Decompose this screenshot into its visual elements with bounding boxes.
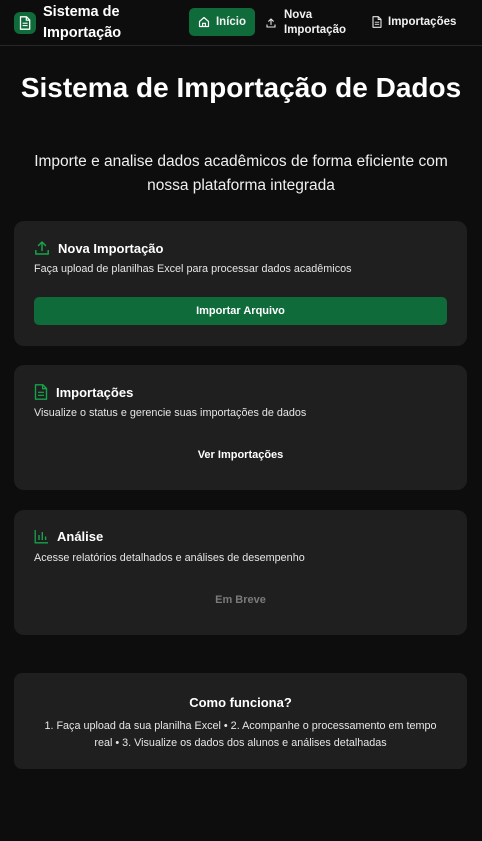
top-header: Sistema de Importação Início Nova Import… [0,0,482,46]
how-it-works-panel: Como funciona? 1. Faça upload da sua pla… [14,673,467,769]
nav-home[interactable]: Início [189,8,255,36]
brand-title: Sistema de Importação [43,4,122,41]
upload-icon [266,18,276,28]
card-description: Acesse relatórios detalhados e análises … [34,552,305,564]
how-it-works-text: 1. Faça upload da sua planilha Excel • 2… [44,720,437,749]
import-file-button[interactable]: Importar Arquivo [34,297,447,325]
document-icon [14,12,36,34]
card-title: Importações [56,384,134,400]
home-icon [198,16,210,28]
card-imports: Importações Visualize o status e gerenci… [14,365,467,490]
bar-chart-icon [34,530,48,544]
page-subtitle: Importe e analise dados acadêmicos de fo… [34,153,448,194]
brand[interactable]: Sistema de Importação [14,0,143,46]
card-header: Importações [34,384,133,400]
card-description: Visualize o status e gerencie suas impor… [34,407,307,419]
nav-new-import-label: Nova Importação [284,9,346,36]
card-description: Faça upload de planilhas Excel para proc… [34,263,352,275]
card-title: Análise [57,529,104,544]
nav-imports[interactable]: Importações [372,8,456,36]
page-title: Sistema de Importação de Dados [20,72,462,103]
upload-icon [35,241,49,255]
card-title: Nova Importação [58,240,164,256]
card-analysis: Análise Acesse relatórios detalhados e a… [14,510,467,635]
document-icon [372,16,382,28]
coming-soon-button: Em Breve [215,594,266,606]
card-header: Análise [34,529,103,544]
card-header: Nova Importação [34,240,163,256]
card-new-import: Nova Importação Faça upload de planilhas… [14,221,467,346]
how-it-works-title: Como funciona? [189,695,292,710]
nav-imports-label: Importações [388,16,457,28]
view-imports-button[interactable]: Ver Importações [34,441,447,469]
document-icon [34,384,48,400]
nav-home-label: Início [215,16,247,28]
nav-new-import[interactable]: Nova Importação [266,7,346,39]
